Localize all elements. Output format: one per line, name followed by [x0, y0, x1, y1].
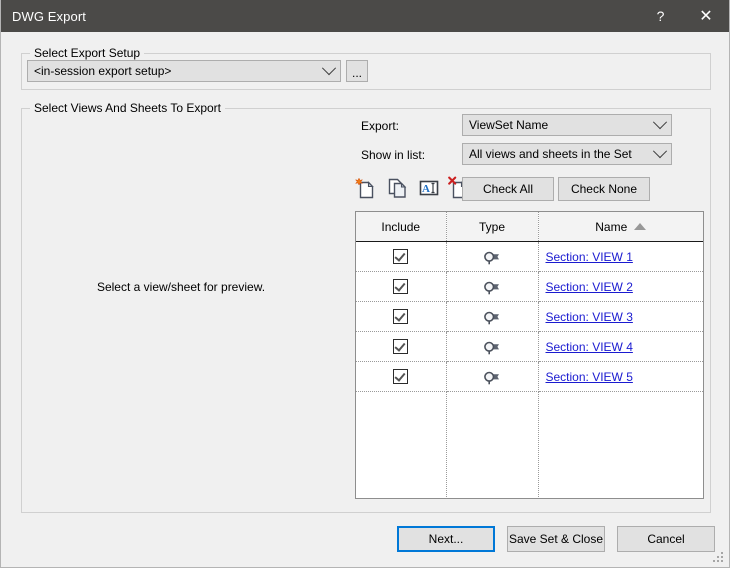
include-checkbox[interactable] [393, 279, 409, 295]
title-bar: DWG Export ? ✕ [1, 0, 729, 32]
column-header-type-label: Type [478, 219, 505, 234]
chevron-down-icon [649, 115, 671, 130]
section-marker-icon [481, 369, 503, 384]
chevron-down-icon [318, 61, 340, 76]
cell-type [446, 361, 539, 392]
column-header-name[interactable]: Name [538, 212, 703, 242]
check-all-button[interactable]: Check All [462, 177, 554, 201]
rename-set-icon[interactable]: A [417, 176, 441, 200]
export-label: Export: [361, 119, 400, 133]
show-in-list-combo-value: All views and sheets in the Set [469, 147, 632, 161]
next-button[interactable]: Next... [397, 526, 495, 552]
cell-name: Section: VIEW 3 [538, 301, 703, 332]
cell-type [446, 301, 539, 332]
duplicate-set-icon[interactable] [386, 176, 410, 200]
table-row[interactable]: Section: VIEW 2 [356, 271, 703, 302]
view-name-link[interactable]: Section: VIEW 4 [546, 340, 633, 354]
section-marker-icon [481, 279, 503, 294]
window-title: DWG Export [12, 8, 86, 24]
views-sheets-table: Include Type Name Section: VIEW 1 Section… [355, 211, 704, 499]
show-in-list-label: Show in list: [361, 148, 426, 162]
cell-name: Section: VIEW 5 [538, 361, 703, 392]
export-combo[interactable]: ViewSet Name [462, 114, 672, 136]
column-header-include-label: Include [381, 219, 421, 234]
section-marker-icon [481, 249, 503, 264]
include-checkbox[interactable] [393, 369, 409, 385]
column-header-include[interactable]: Include [356, 212, 447, 242]
cell-name: Section: VIEW 1 [538, 241, 703, 272]
cell-include [356, 271, 447, 302]
section-marker-icon [481, 339, 503, 354]
view-name-link[interactable]: Section: VIEW 2 [546, 280, 633, 294]
export-setup-group-label: Select Export Setup [30, 46, 145, 60]
table-row[interactable]: Section: VIEW 3 [356, 301, 703, 332]
svg-text:A: A [422, 183, 430, 195]
export-setup-combo[interactable]: <in-session export setup> [27, 60, 341, 82]
help-button[interactable]: ? [638, 0, 683, 32]
view-name-link[interactable]: Section: VIEW 5 [546, 370, 633, 384]
close-button[interactable]: ✕ [683, 0, 729, 32]
empty-cell [446, 391, 539, 498]
include-checkbox[interactable] [393, 249, 409, 265]
export-combo-value: ViewSet Name [469, 118, 549, 132]
view-name-link[interactable]: Section: VIEW 1 [546, 250, 633, 264]
table-row[interactable]: Section: VIEW 1 [356, 241, 703, 272]
check-none-button[interactable]: Check None [558, 177, 650, 201]
set-toolbar: A [354, 176, 472, 200]
empty-cell [356, 391, 447, 498]
table-body: Section: VIEW 1 Section: VIEW 2 Section: V… [356, 241, 703, 498]
cell-name: Section: VIEW 2 [538, 271, 703, 302]
window-controls: ? ✕ [638, 0, 729, 32]
cell-include [356, 331, 447, 362]
table-row[interactable]: Section: VIEW 4 [356, 331, 703, 362]
cell-type [446, 271, 539, 302]
preview-placeholder-text: Select a view/sheet for preview. [96, 280, 266, 294]
cancel-button[interactable]: Cancel [617, 526, 715, 552]
section-marker-icon [481, 309, 503, 324]
cell-include [356, 361, 447, 392]
cell-type [446, 331, 539, 362]
resize-grip[interactable] [713, 552, 725, 564]
empty-cell [538, 391, 703, 498]
chevron-down-icon [649, 144, 671, 159]
dialog-footer: Next... Save Set & Close Cancel [397, 526, 715, 552]
table-row[interactable]: Section: VIEW 5 [356, 361, 703, 392]
sort-ascending-icon [634, 223, 647, 230]
include-checkbox[interactable] [393, 309, 409, 325]
table-header-row: Include Type Name [356, 212, 703, 242]
view-name-link[interactable]: Section: VIEW 3 [546, 310, 633, 324]
column-header-name-label: Name [595, 219, 628, 234]
cell-include [356, 241, 447, 272]
cell-name: Section: VIEW 4 [538, 331, 703, 362]
show-in-list-combo[interactable]: All views and sheets in the Set [462, 143, 672, 165]
views-sheets-group-label: Select Views And Sheets To Export [30, 101, 226, 115]
include-checkbox[interactable] [393, 339, 409, 355]
table-empty-area [356, 391, 703, 498]
export-setup-combo-value: <in-session export setup> [34, 64, 172, 78]
new-set-icon[interactable] [354, 176, 379, 200]
cell-include [356, 301, 447, 332]
dwg-export-dialog: DWG Export ? ✕ Select Export Setup <in-s… [0, 0, 730, 568]
save-set-and-close-button[interactable]: Save Set & Close [507, 526, 605, 552]
cell-type [446, 241, 539, 272]
column-header-type[interactable]: Type [446, 212, 539, 242]
browse-export-setup-button[interactable]: ... [346, 60, 368, 82]
